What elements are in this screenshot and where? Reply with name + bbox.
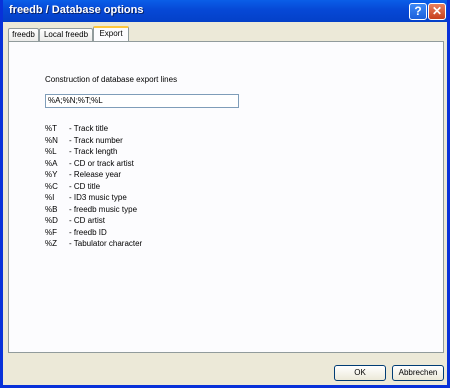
legend-description: - freedb ID (69, 227, 107, 237)
legend-description: - CD artist (69, 216, 105, 225)
legend-code: %Y (45, 170, 58, 179)
legend-row: %T - Track title (45, 124, 142, 136)
window-title: freedb / Database options (9, 4, 144, 16)
legend-row: %I - ID3 music type (45, 193, 142, 205)
legend-code: %Z (45, 239, 57, 248)
legend-code: %L (45, 147, 57, 156)
legend-code: %A (45, 158, 58, 168)
legend-description: - freedb music type (69, 204, 138, 214)
title-bar[interactable]: freedb / Database options ? ✕ (3, 0, 447, 22)
legend-code: %T (45, 124, 57, 133)
legend-description: - Release year (69, 170, 122, 179)
legend-code: %I (45, 193, 55, 202)
legend-description: - Tabulator character (69, 239, 143, 248)
export-panel: Construction of database export lines %A… (8, 41, 444, 353)
export-format-input[interactable]: %A;%N;%T;%L (45, 94, 239, 108)
legend-description: - Track length (69, 147, 118, 156)
cancel-button[interactable]: Abbrechen (392, 365, 444, 381)
tab-local-freedb[interactable]: Local freedb (39, 28, 93, 41)
close-button[interactable]: ✕ (428, 3, 446, 20)
legend-row: %C - CD title (45, 182, 142, 194)
export-lines-label: Construction of database export lines (45, 75, 178, 84)
tab-freedb[interactable]: freedb (8, 28, 39, 41)
tab-export[interactable]: Export (93, 26, 129, 41)
legend-description: - CD or track artist (69, 158, 134, 168)
legend-description: - CD title (69, 181, 101, 191)
dialog-window: freedb / Database options ? ✕ freedb Loc… (0, 0, 450, 388)
placeholder-legend: %T - Track title %N - Track number %L - Track… (45, 124, 142, 251)
legend-row: %N - Track number (45, 136, 142, 148)
close-icon: ✕ (431, 4, 443, 18)
legend-description: - ID3 music type (69, 193, 127, 202)
help-button[interactable]: ? (409, 3, 427, 20)
legend-code: %B (45, 204, 58, 214)
legend-row: %B - freedb music type (45, 205, 142, 217)
legend-row: %F - freedb ID (45, 228, 142, 240)
legend-code: %N (45, 135, 58, 145)
ok-button[interactable]: OK (334, 365, 386, 381)
legend-row: %Z - Tabulator character (45, 239, 142, 251)
legend-code: %C (45, 181, 58, 191)
legend-description: - Track number (69, 135, 123, 145)
legend-row: %Y - Release year (45, 170, 142, 182)
legend-row: %A - CD or track artist (45, 159, 142, 171)
legend-code: %D (45, 216, 58, 225)
legend-row: %D - CD artist (45, 216, 142, 228)
legend-description: - Track title (69, 124, 109, 133)
legend-code: %F (45, 227, 57, 237)
legend-row: %L - Track length (45, 147, 142, 159)
help-icon: ? (414, 4, 422, 18)
